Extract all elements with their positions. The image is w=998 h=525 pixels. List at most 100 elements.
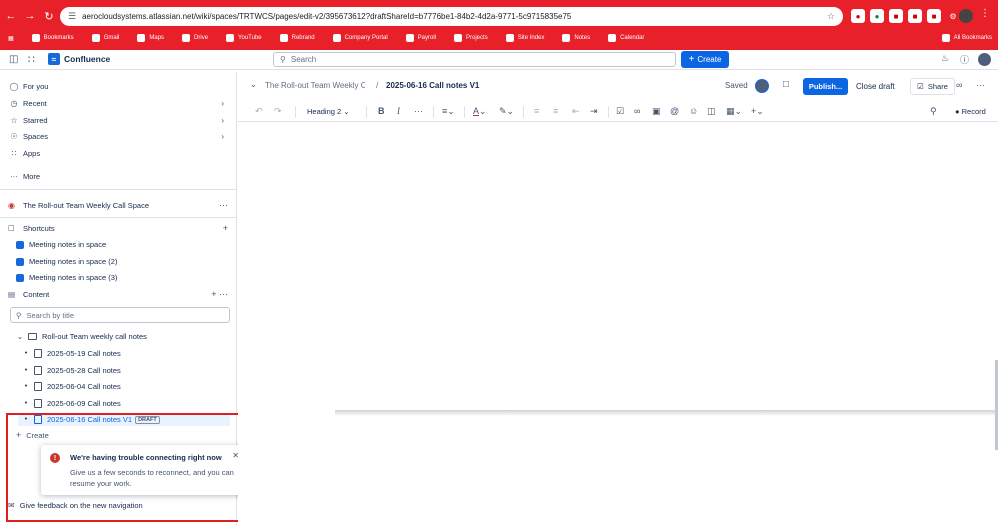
share-button[interactable]: ☑ Share [910,78,955,95]
tree-page[interactable]: • 2025-06-09 Call notes [22,397,121,410]
shortcut-item[interactable]: Meeting notes in space (2) [16,255,117,268]
breadcrumb-space[interactable]: The Roll-out Team Weekly Ca... [265,81,365,90]
tree-page[interactable]: • 2025-05-19 Call notes [22,347,121,360]
bookmark-item[interactable]: Projects [454,34,488,42]
forward-icon[interactable]: → [22,8,38,24]
highlight-icon[interactable]: ✎⌄ [499,106,514,117]
extension-icon[interactable]: ■ [927,9,941,23]
chevron-right-icon[interactable]: › [221,116,224,125]
chevron-down-icon[interactable]: ⌄ [16,333,24,341]
bullet-list-icon[interactable]: ≡ [534,106,539,116]
bookmark-item[interactable]: Company Portal [332,34,388,42]
comment-icon[interactable]: □ [783,79,789,90]
bookmark-item[interactable]: Calendar [608,34,644,42]
notifications-bell-icon[interactable]: ♨ [941,53,949,64]
bookmark-item[interactable]: Bookmarks [31,34,74,42]
layout-icon[interactable]: ◫ [707,106,716,117]
find-icon[interactable]: ⚲ [930,106,937,117]
link-icon[interactable]: ∞ [634,106,640,116]
chevron-right-icon[interactable]: › [221,132,224,141]
sidebar-toggle-icon[interactable]: ◫ [9,54,18,65]
copy-link-icon[interactable]: ∞ [956,80,962,90]
reload-icon[interactable]: ↻ [41,8,57,24]
address-bar[interactable]: ☰ aerocloudsystems.atlassian.net/wiki/sp… [60,7,843,26]
browser-menu-icon[interactable]: ⋮ [980,8,990,19]
chevron-down-icon[interactable]: ⌄ [250,80,257,89]
shortcuts-header[interactable]: ☐ Shortcuts + [8,221,230,235]
extension-icon[interactable]: ● [851,9,865,23]
numbered-list-icon[interactable]: ≡ [553,106,558,116]
bookmark-item[interactable]: YouTube [226,34,262,42]
add-shortcut-plus-icon[interactable]: + [223,223,228,233]
extension-icon[interactable]: ■ [889,9,903,23]
bookmark-item[interactable]: Gmail [91,34,119,42]
sidebar-item-for-you[interactable]: ◯ For you [8,79,228,93]
more-horizontal-icon[interactable]: ··· [976,80,985,90]
bookmark-item[interactable]: Rebrand [279,34,315,42]
text-color-icon[interactable]: A⌄ [473,106,487,117]
apps-icon: ∷ [11,148,17,158]
undo-icon[interactable]: ↶ [255,106,263,117]
mention-icon[interactable]: @ [670,106,679,116]
breadcrumb-page-title[interactable]: 2025-06-16 Call notes V1 [386,81,479,90]
create-button[interactable]: + Create [681,51,729,68]
shortcut-item[interactable]: Meeting notes in space (3) [16,271,117,284]
help-icon[interactable]: ⓘ [960,53,969,66]
apps-grid-icon[interactable]: ▦ [8,35,14,42]
bookmark-item[interactable]: Payroll [405,34,436,42]
bookmark-star-icon[interactable]: ☆ [827,11,835,22]
record-button[interactable]: ● Record [955,107,986,116]
bookmark-item[interactable]: Maps [137,34,164,42]
bookmark-item[interactable]: Drive [182,34,208,42]
tree-page[interactable]: • 2025-06-04 Call notes [22,380,121,393]
confluence-logo[interactable]: ≈ Confluence [48,53,110,65]
italic-icon[interactable]: I [397,106,400,116]
tree-page-active[interactable]: • 2025-06-16 Call notes V1 DRAFT [18,413,230,426]
toast-title: We're having trouble connecting right no… [70,453,222,462]
chevron-right-icon[interactable]: › [221,99,224,108]
sidebar-create-button[interactable]: + Create [16,430,49,440]
align-icon[interactable]: ≡⌄ [442,106,455,117]
emoji-icon[interactable]: ☺ [689,106,698,116]
indent-icon[interactable]: ⇥ [590,106,598,117]
site-info-icon[interactable]: ☰ [68,11,76,22]
sidebar-item-starred[interactable]: ☆ Starred › [8,113,228,127]
tree-folder[interactable]: ⌄ Roll-out Team weekly call notes [16,330,147,343]
extension-icon[interactable]: ● [870,9,884,23]
sidebar-item-spaces[interactable]: ☉ Spaces › [8,129,228,143]
editor-canvas[interactable] [238,123,998,525]
content-header[interactable]: ▤ Content + ··· [8,287,230,301]
collaborator-avatar[interactable] [755,79,769,93]
extensions-puzzle-icon[interactable]: ⚙ [946,9,960,23]
more-formatting-icon[interactable]: ··· [414,106,423,116]
image-icon[interactable]: ▣ [652,106,661,117]
more-horizontal-icon[interactable]: ··· [219,200,228,210]
app-switcher-icon[interactable]: ∷ [28,53,35,66]
profile-avatar[interactable] [959,9,973,23]
all-bookmarks[interactable]: All Bookmarks [941,30,992,46]
sidebar-item-more[interactable]: ··· More [8,169,228,183]
global-search-input[interactable]: ⚲ Search [273,52,676,67]
sidebar-item-recent[interactable]: ◷ Recent › [8,96,228,110]
redo-icon[interactable]: ↷ [274,106,282,117]
tree-page[interactable]: • 2025-05-28 Call notes [22,364,121,377]
space-header[interactable]: ◉ The Roll-out Team Weekly Call Space ··… [8,198,230,212]
extension-icon[interactable]: ■ [908,9,922,23]
shortcut-item[interactable]: Meeting notes in space [16,238,106,251]
insert-plus-icon[interactable]: +⌄ [751,106,764,117]
user-avatar[interactable] [978,53,991,66]
outdent-icon[interactable]: ⇤ [572,106,580,117]
task-checkbox-icon[interactable]: ☑ [616,106,624,117]
bookmark-item[interactable]: Site Index [505,34,544,42]
close-draft-button[interactable]: Close draft [856,82,895,91]
bold-icon[interactable]: B [378,106,385,116]
text-style-select[interactable]: Heading 2 ⌄ [307,107,350,116]
search-by-title-input[interactable]: ⚲ Search by title [10,307,230,323]
table-icon[interactable]: ▦⌄ [726,106,742,117]
publish-button[interactable]: Publish... [803,78,848,95]
sidebar-item-apps[interactable]: ∷ Apps [8,146,228,160]
bookmark-item[interactable]: Notes [562,34,590,42]
back-icon[interactable]: ← [3,8,19,24]
feedback-link[interactable]: ✉ Give feedback on the new navigation [8,501,143,510]
content-actions[interactable]: + ··· [211,289,228,299]
